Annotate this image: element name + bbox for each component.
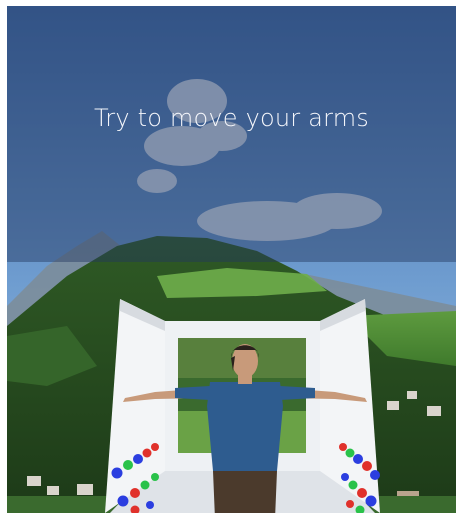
instruction-overlay xyxy=(7,6,456,262)
instruction-text: Try to move your arms xyxy=(93,104,370,132)
avatar-shirt xyxy=(207,382,283,471)
vr-scene: Try to move your arms xyxy=(7,6,456,513)
avatar-pants xyxy=(213,471,277,513)
avatar-figure xyxy=(123,344,367,513)
